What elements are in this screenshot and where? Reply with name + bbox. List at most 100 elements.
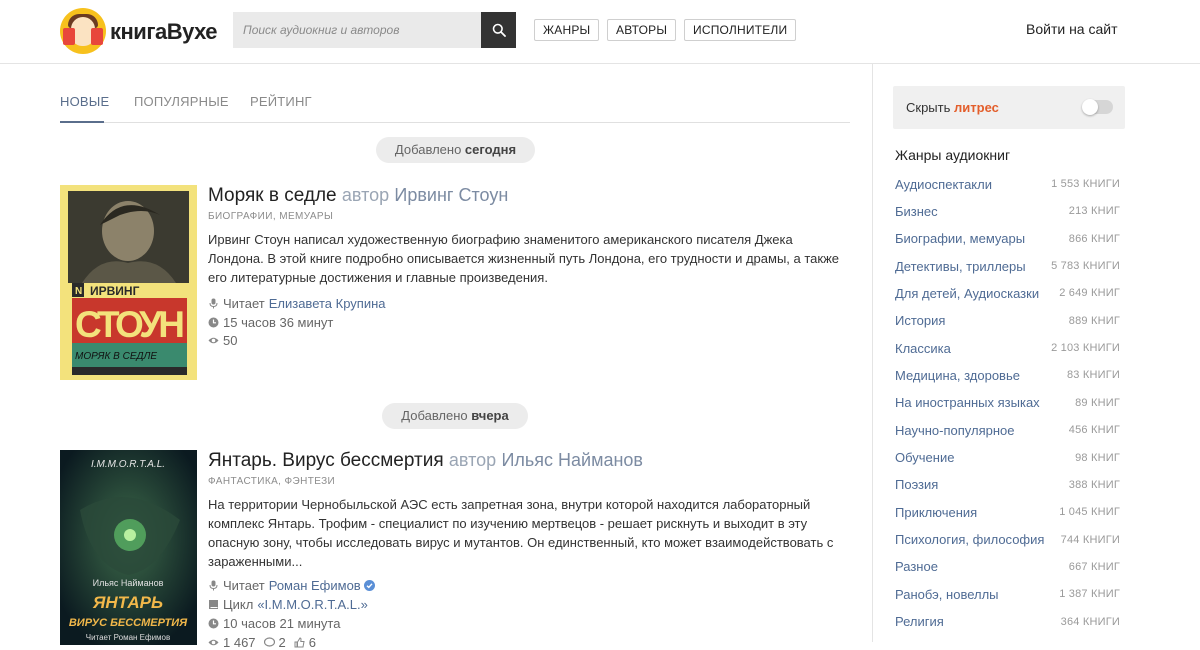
genre-list-item[interactable]: Биографии, мемуары 866 КНИГ: [895, 229, 1120, 249]
book-genre[interactable]: БИОГРАФИИ, МЕМУАРЫ: [208, 211, 333, 222]
book-genre[interactable]: ФАНТАСТИКА, ФЭНТЕЗИ: [208, 476, 335, 487]
site-header: книгаВухе ЖАНРЫ АВТОРЫ ИСПОЛНИТЕЛИ Войти…: [0, 0, 1200, 64]
genre-count: 1 553 КНИГИ: [1051, 178, 1120, 190]
book-author-link[interactable]: Ильяс Найманов: [501, 450, 643, 470]
search-input[interactable]: [233, 12, 481, 48]
genre-name[interactable]: Приключения: [895, 505, 977, 520]
genre-name[interactable]: История: [895, 313, 945, 328]
genre-name[interactable]: Аудиоспектакли: [895, 177, 992, 192]
tab-popular[interactable]: ПОПУЛЯРНЫЕ: [134, 94, 229, 109]
genre-count: 83 КНИГИ: [1066, 369, 1120, 382]
genre-list-item[interactable]: Аудиоспектакли 1 553 КНИГИ: [895, 174, 1120, 194]
cover-art: I.M.M.O.R.T.A.L. Ильяс Найманов ЯНТАРЬ В…: [60, 450, 197, 645]
book-duration: 15 часов 36 минут: [208, 315, 333, 330]
genre-list-item[interactable]: Научно-популярное 456 КНИГ: [895, 420, 1120, 440]
cycle-link[interactable]: «I.M.M.O.R.T.A.L.»: [257, 597, 368, 612]
litres-logo: литрес: [954, 100, 999, 115]
genre-name[interactable]: Биографии, мемуары: [895, 231, 1025, 246]
eye-icon: [208, 639, 219, 646]
login-link[interactable]: Войти на сайт: [1026, 21, 1118, 37]
verified-icon: [363, 580, 375, 591]
svg-text:N: N: [75, 286, 82, 297]
site-logo[interactable]: книгаВухе: [60, 8, 218, 54]
book-cover[interactable]: I.M.M.O.R.T.A.L. Ильяс Найманов ЯНТАРЬ В…: [60, 450, 197, 645]
genre-list-item[interactable]: Поэзия 388 КНИГ: [895, 475, 1120, 495]
book-title[interactable]: Моряк в седле: [208, 185, 337, 206]
book-duration: 10 часов 21 минута: [208, 616, 340, 631]
genre-list-item[interactable]: История 889 КНИГ: [895, 311, 1120, 331]
microphone-icon: [209, 580, 218, 591]
svg-text:СТОУН: СТОУН: [75, 304, 185, 345]
tab-rating[interactable]: РЕЙТИНГ: [250, 94, 312, 109]
genre-list-item[interactable]: Бизнес 213 КНИГ: [895, 201, 1120, 221]
reader-link[interactable]: Елизавета Крупина: [269, 296, 386, 311]
book-author-link[interactable]: Ирвинг Стоун: [394, 185, 508, 205]
book-description: Ирвинг Стоун написал художественную биог…: [208, 232, 840, 285]
search-bar: [233, 12, 516, 48]
genre-list-item[interactable]: Ранобэ, новеллы 1 387 КНИГ: [895, 584, 1120, 604]
genre-list-item[interactable]: Для детей, Аудиосказки 2 649 КНИГ: [895, 283, 1120, 303]
genre-count: 388 КНИГ: [1068, 478, 1120, 491]
genre-list-item[interactable]: Классика 2 103 КНИГИ: [895, 338, 1120, 358]
svg-text:МОРЯК В СЕДЛЕ: МОРЯК В СЕДЛЕ: [75, 351, 157, 362]
reader-link[interactable]: Роман Ефимов: [269, 578, 361, 593]
genre-count: 1 387 КНИГ: [1059, 588, 1120, 601]
genre-count: 5 783 КНИГИ: [1051, 260, 1120, 273]
genre-count: 889 КНИГ: [1068, 314, 1120, 327]
genre-count: 744 КНИГИ: [1060, 533, 1120, 546]
genre-name[interactable]: Для детей, Аудиосказки: [895, 286, 1039, 301]
litres-toggle[interactable]: [1082, 99, 1113, 115]
svg-text:ВИРУС БЕССМЕРТИЯ: ВИРУС БЕССМЕРТИЯ: [69, 617, 188, 629]
like-icon: [294, 637, 305, 648]
tabs: НОВЫЕ ПОПУЛЯРНЫЕ РЕЙТИНГ: [60, 94, 850, 123]
search-button[interactable]: [481, 12, 516, 48]
genres-title: Жанры аудиокниг: [895, 147, 1011, 163]
date-divider-yesterday: Добавлено вчера: [382, 403, 528, 429]
nav-genres-button[interactable]: ЖАНРЫ: [534, 19, 600, 41]
genre-name[interactable]: На иностранных языках: [895, 395, 1040, 410]
genre-name[interactable]: Религия: [895, 614, 944, 629]
genre-list-item[interactable]: Разное 667 КНИГ: [895, 557, 1120, 577]
genre-name[interactable]: Детективы, триллеры: [895, 259, 1026, 274]
genre-count: 213 КНИГ: [1068, 205, 1120, 218]
clock-icon: [208, 618, 219, 629]
genre-name[interactable]: Медицина, здоровье: [895, 368, 1020, 383]
nav-authors-button[interactable]: АВТОРЫ: [607, 19, 677, 41]
book-reader: Читает Роман Ефимов: [208, 578, 375, 593]
book-stats: 1 467 2 6: [208, 635, 316, 650]
genre-count: 2 103 КНИГИ: [1051, 342, 1120, 355]
logo-icon: [60, 8, 106, 54]
genre-name[interactable]: Научно-популярное: [895, 423, 1015, 438]
book-cover[interactable]: N ИРВИНГ СТОУН МОРЯК В СЕДЛЕ: [60, 185, 197, 380]
genre-count: 2 649 КНИГ: [1059, 287, 1120, 300]
nav-readers-button[interactable]: ИСПОЛНИТЕЛИ: [684, 19, 797, 41]
genre-list-item[interactable]: Религия 364 КНИГИ: [895, 612, 1120, 632]
genre-list-item[interactable]: Приключения 1 045 КНИГ: [895, 502, 1120, 522]
genre-count: 667 КНИГ: [1068, 560, 1120, 573]
genre-name[interactable]: Обучение: [895, 450, 954, 465]
genre-name[interactable]: Бизнес: [895, 204, 938, 219]
genre-name[interactable]: Разное: [895, 559, 938, 574]
svg-text:I.M.M.O.R.T.A.L.: I.M.M.O.R.T.A.L.: [91, 459, 165, 470]
genre-list-item[interactable]: Обучение 98 КНИГ: [895, 448, 1120, 468]
genre-count: 1 045 КНИГ: [1059, 506, 1120, 519]
genre-list-item[interactable]: Психология, философия 744 КНИГИ: [895, 530, 1120, 550]
clock-icon: [208, 317, 219, 328]
eye-icon: [208, 337, 219, 344]
litres-toggle-panel: Скрыть литрес: [893, 86, 1125, 129]
active-tab-indicator: [60, 121, 104, 123]
svg-text:Читает Роман Ефимов: Читает Роман Ефимов: [86, 633, 171, 642]
genre-list-item[interactable]: Медицина, здоровье 83 КНИГИ: [895, 365, 1120, 385]
genre-name[interactable]: Поэзия: [895, 477, 938, 492]
genre-name[interactable]: Классика: [895, 341, 951, 356]
book-card: N ИРВИНГ СТОУН МОРЯК В СЕДЛЕ Моряк в сед…: [60, 185, 850, 385]
genre-name[interactable]: Ранобэ, новеллы: [895, 587, 999, 602]
genre-list-item[interactable]: Детективы, триллеры 5 783 КНИГИ: [895, 256, 1120, 276]
book-cycle: Цикл «I.M.M.O.R.T.A.L.»: [208, 597, 368, 612]
tab-new[interactable]: НОВЫЕ: [60, 94, 109, 109]
genre-name[interactable]: Психология, философия: [895, 532, 1044, 547]
litres-label: Скрыть литрес: [906, 100, 999, 115]
by-label: автор: [341, 185, 390, 205]
genre-list-item[interactable]: На иностранных языках 89 КНИГ: [895, 393, 1120, 413]
book-title[interactable]: Янтарь. Вирус бессмертия: [208, 450, 444, 471]
